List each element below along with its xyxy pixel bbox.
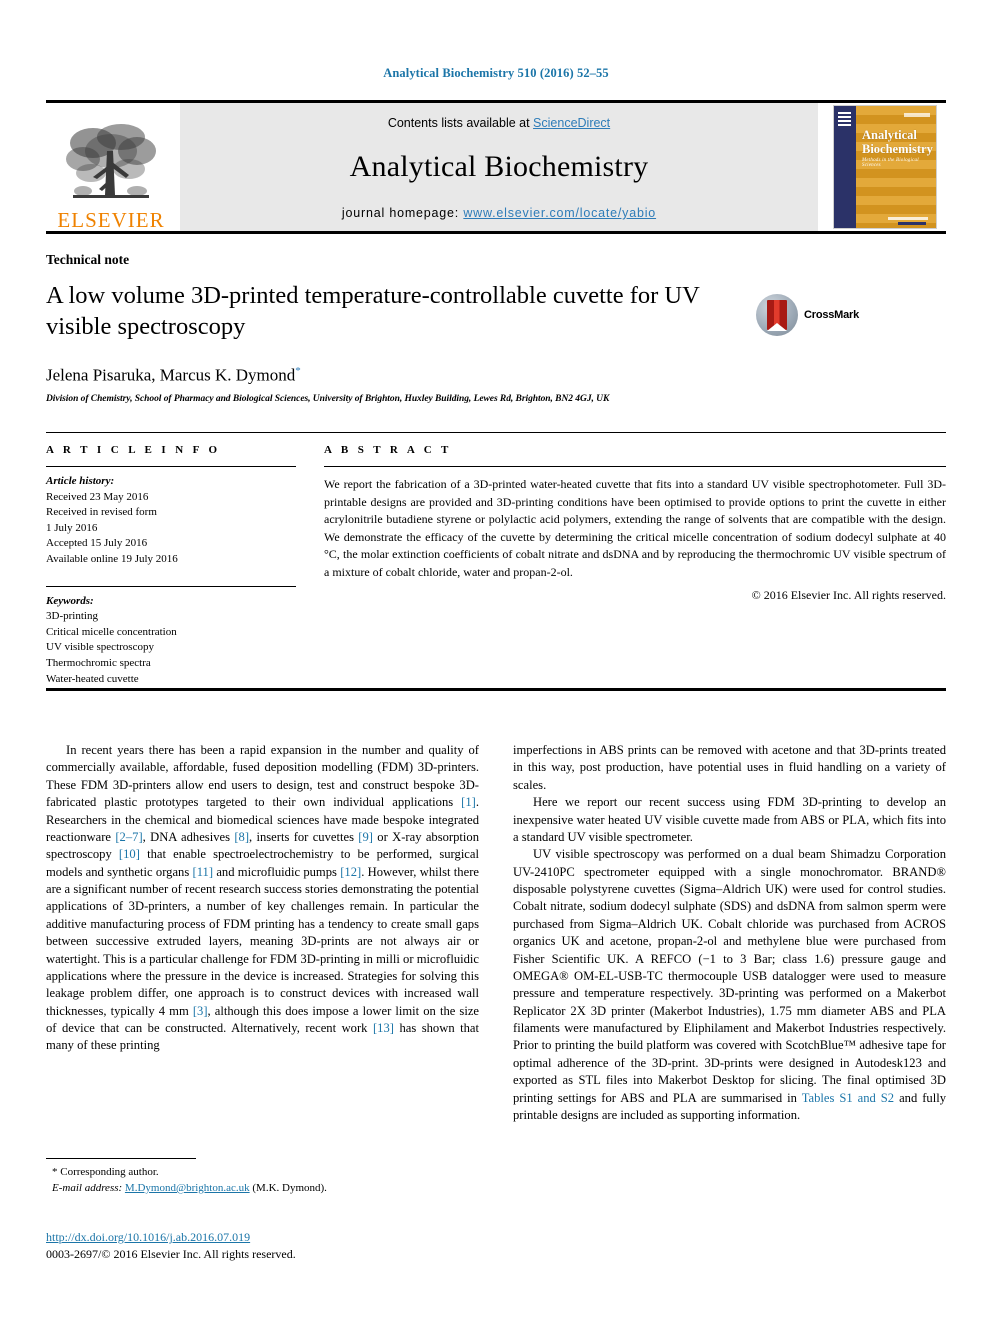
homepage-prefix: journal homepage: bbox=[341, 206, 464, 220]
keywords-list: Keywords: 3D-printing Critical micelle c… bbox=[46, 594, 296, 688]
doi-link[interactable]: http://dx.doi.org/10.1016/j.ab.2016.07.0… bbox=[46, 1230, 250, 1244]
keywords-label: Keywords: bbox=[46, 594, 94, 607]
footnote-corresponding-line: * Corresponding author. bbox=[46, 1165, 479, 1181]
body-column-gap bbox=[479, 742, 513, 1124]
info-top-rule bbox=[46, 432, 946, 433]
keyword-4: Water-heated cuvette bbox=[46, 672, 139, 685]
cover-bottom-mark bbox=[898, 222, 926, 225]
running-head: Analytical Biochemistry 510 (2016) 52–55 bbox=[383, 66, 609, 80]
intro-seg-d: , inserts for cuvettes bbox=[249, 829, 359, 844]
masthead-bottom-rule bbox=[46, 231, 946, 234]
article-kind: Technical note bbox=[46, 252, 130, 267]
history-item-0: Received 23 May 2016 bbox=[46, 490, 149, 503]
abstract-rule bbox=[324, 466, 946, 467]
journal-panel: Contents lists available at ScienceDirec… bbox=[180, 103, 818, 231]
keywords-rule bbox=[46, 585, 296, 587]
abstract-heading: A B S T R A C T bbox=[324, 444, 452, 456]
crossmark-label: CrossMark bbox=[804, 309, 860, 321]
body-columns: In recent years there has been a rapid e… bbox=[46, 742, 946, 1124]
crossmark-badge[interactable]: CrossMark bbox=[756, 294, 866, 336]
intro-seg-g: and microfluidic pumps bbox=[213, 864, 341, 879]
body-paragraph-continued: imperfections in ABS prints can be remov… bbox=[513, 743, 946, 792]
keyword-0: 3D-printing bbox=[46, 610, 98, 623]
cover-title: Analytical Biochemistry bbox=[862, 128, 933, 157]
journal-masthead: ELSEVIER Contents lists available at Sci… bbox=[46, 100, 946, 234]
cover-title-line1: Analytical bbox=[862, 128, 917, 142]
footnote-email-line: E-mail address: M.Dymond@brighton.ac.uk … bbox=[46, 1181, 479, 1197]
elsevier-wordmark: ELSEVIER bbox=[57, 208, 165, 232]
footnote-rule bbox=[46, 1158, 196, 1159]
article-info-column: A R T I C L E I N F O Article history: R… bbox=[46, 444, 296, 687]
citation-8[interactable]: [8] bbox=[234, 830, 249, 844]
email-link[interactable]: M.Dymond@brighton.ac.uk bbox=[125, 1182, 250, 1194]
keyword-2: UV visible spectroscopy bbox=[46, 641, 154, 654]
keyword-3: Thermochromic spectra bbox=[46, 657, 151, 670]
page-title: A low volume 3D-printed temperature-cont… bbox=[46, 282, 700, 341]
article-info-heading: A R T I C L E I N F O bbox=[46, 444, 221, 456]
body-column-right: imperfections in ABS prints can be remov… bbox=[513, 742, 946, 1124]
crossmark-icon bbox=[756, 294, 798, 336]
methods-seg-a: UV visible spectroscopy was performed on… bbox=[513, 847, 946, 1105]
body-paragraph-intro: In recent years there has been a rapid e… bbox=[46, 742, 479, 1055]
cover-publisher-mark-icon bbox=[838, 112, 851, 126]
journal-title: Analytical Biochemistry bbox=[349, 150, 649, 183]
author-names: Jelena Pisaruka, Marcus K. Dymond bbox=[46, 365, 296, 385]
article-info-rule bbox=[46, 466, 296, 467]
elsevier-logo: ELSEVIER bbox=[46, 103, 176, 231]
email-label: E-mail address: bbox=[52, 1181, 123, 1194]
cover-spine bbox=[834, 106, 856, 228]
tables-s1-s2-link[interactable]: Tables S1 and S2 bbox=[802, 1091, 894, 1105]
article-page: Analytical Biochemistry 510 (2016) 52–55 bbox=[0, 0, 992, 1323]
footnote-marker: * bbox=[52, 1166, 58, 1178]
body-paragraph-methods: UV visible spectroscopy was performed on… bbox=[513, 846, 946, 1124]
email-suffix: (M.K. Dymond). bbox=[252, 1181, 327, 1194]
citation-1[interactable]: [1] bbox=[461, 795, 476, 809]
citation-9[interactable]: [9] bbox=[358, 830, 373, 844]
abstract-text: We report the fabrication of a 3D-printe… bbox=[324, 477, 946, 579]
affiliation: Division of Chemistry, School of Pharmac… bbox=[46, 394, 610, 405]
corresponding-author-footnote: * Corresponding author. E-mail address: … bbox=[46, 1158, 479, 1197]
journal-homepage-line: journal homepage: www.elsevier.com/locat… bbox=[342, 206, 656, 220]
citation-12[interactable]: [12] bbox=[340, 865, 361, 879]
column-gap bbox=[296, 444, 324, 687]
history-item-2: 1 July 2016 bbox=[46, 521, 98, 534]
article-history-label: Article history: bbox=[46, 475, 115, 487]
history-item-3: Accepted 15 July 2016 bbox=[46, 537, 148, 550]
citation-10[interactable]: [10] bbox=[119, 847, 140, 861]
cover-bottom-band bbox=[888, 217, 928, 220]
body-paragraph-here-we-report: Here we report our recent success using … bbox=[513, 795, 946, 844]
issn-copyright-line: 0003-2697/© 2016 Elsevier Inc. All right… bbox=[46, 1247, 296, 1261]
journal-homepage-link[interactable]: www.elsevier.com/locate/yabio bbox=[463, 206, 656, 220]
history-item-4: Available online 19 July 2016 bbox=[46, 553, 178, 566]
article-history: Article history: Received 23 May 2016 Re… bbox=[46, 474, 296, 568]
contents-prefix: Contents lists available at bbox=[387, 116, 534, 130]
elsevier-tree-icon bbox=[66, 124, 156, 198]
intro-seg-a: In recent years there has been a rapid e… bbox=[46, 743, 479, 810]
contents-available-line: Contents lists available at ScienceDirec… bbox=[388, 116, 610, 130]
abstract-copyright: © 2016 Elsevier Inc. All rights reserved… bbox=[751, 588, 946, 603]
footnote-corresponding-text: Corresponding author. bbox=[60, 1166, 159, 1178]
title-block: Technical note A low volume 3D-printed t… bbox=[46, 252, 946, 404]
citation-11[interactable]: [11] bbox=[193, 865, 214, 879]
journal-cover-thumbnail[interactable]: Analytical Biochemistry Methods in the B… bbox=[824, 103, 946, 231]
keyword-1: Critical micelle concentration bbox=[46, 625, 177, 638]
cover-subtitle: Methods in the Biological Sciences bbox=[862, 158, 919, 168]
cover-title-line2: Biochemistry bbox=[862, 142, 933, 157]
abstract-column: A B S T R A C T We report the fabricatio… bbox=[324, 444, 946, 687]
history-item-1: Received in revised form bbox=[46, 506, 157, 519]
body-column-left: In recent years there has been a rapid e… bbox=[46, 742, 479, 1124]
author-list: Jelena Pisaruka, Marcus K. Dymond* bbox=[46, 365, 946, 386]
corresponding-author-marker: * bbox=[295, 364, 301, 377]
intro-seg-c: , DNA adhesives bbox=[142, 829, 235, 844]
info-bottom-rule bbox=[46, 688, 946, 691]
keywords-block: Keywords: 3D-printing Critical micelle c… bbox=[46, 585, 296, 688]
page-footer: http://dx.doi.org/10.1016/j.ab.2016.07.0… bbox=[46, 1228, 546, 1263]
citation-2-7[interactable]: [2–7] bbox=[115, 830, 142, 844]
citation-13[interactable]: [13] bbox=[373, 1021, 394, 1035]
sciencedirect-link[interactable]: ScienceDirect bbox=[533, 116, 610, 130]
intro-seg-h: . However, whilst there are a significan… bbox=[46, 864, 479, 1018]
info-abstract-area: A R T I C L E I N F O Article history: R… bbox=[46, 444, 946, 687]
cover-top-band bbox=[904, 113, 930, 117]
citation-3[interactable]: [3] bbox=[193, 1004, 208, 1018]
